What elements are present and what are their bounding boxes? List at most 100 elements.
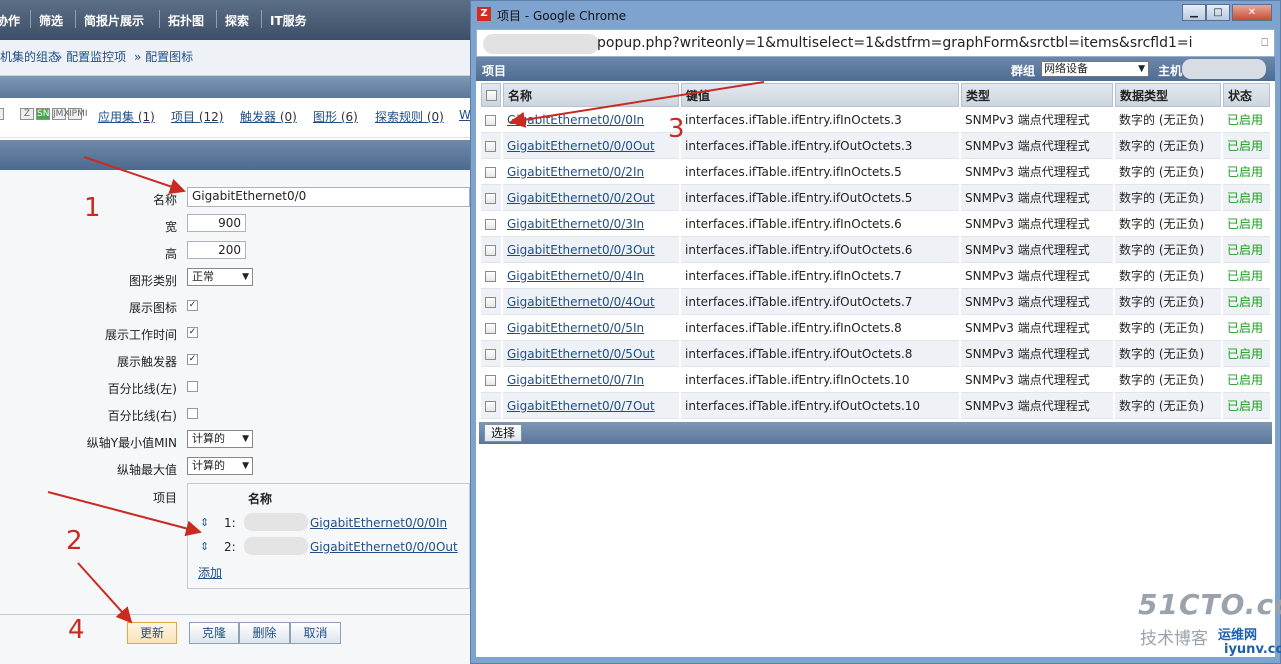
- nav-item-maps[interactable]: 拓扑图: [168, 12, 204, 29]
- width-label: 宽: [164, 220, 177, 234]
- col-data-type[interactable]: 数据类型: [1115, 83, 1221, 107]
- item-status-value: 已启用: [1227, 269, 1264, 283]
- show-worktime-checkbox[interactable]: ✓: [187, 327, 198, 338]
- item-checkbox-cell: [481, 133, 501, 159]
- item-name-cell: GigabitEthernet0/0/3Out: [503, 237, 679, 263]
- item-name-link[interactable]: GigabitEthernet0/0/0Out: [507, 139, 655, 153]
- tab-discovery-rules[interactable]: 探索规则 (0): [375, 108, 444, 125]
- col-status[interactable]: 状态: [1223, 83, 1270, 107]
- group-value: 网络设备: [1044, 62, 1088, 75]
- item-data-type: 数字的 (无正负): [1115, 107, 1221, 133]
- item-name-link[interactable]: GigabitEthernet0/0/7Out: [507, 399, 655, 413]
- item-checkbox[interactable]: [485, 192, 496, 204]
- item-checkbox[interactable]: [485, 140, 496, 152]
- tab-triggers[interactable]: 触发器 (0): [240, 108, 297, 125]
- graph-item-link[interactable]: GigabitEthernet0/0/0In: [310, 516, 447, 530]
- item-checkbox[interactable]: [485, 374, 496, 386]
- maximize-icon[interactable]: □: [1206, 4, 1230, 21]
- page-info-icon[interactable]: ⎕: [1261, 36, 1268, 50]
- item-checkbox-cell: [481, 341, 501, 367]
- update-button[interactable]: 更新: [127, 622, 177, 644]
- tab-items[interactable]: 项目 (12): [171, 108, 223, 125]
- item-name-link[interactable]: GigabitEthernet0/0/4In: [507, 269, 644, 283]
- minimize-icon[interactable]: ▁: [1182, 4, 1206, 21]
- height-label: 高: [164, 247, 177, 261]
- item-checkbox[interactable]: [485, 244, 496, 256]
- show-triggers-checkbox[interactable]: ✓: [187, 354, 198, 365]
- percentile-left-checkbox[interactable]: [187, 381, 198, 392]
- item-name-link[interactable]: GigabitEthernet0/0/5In: [507, 321, 644, 335]
- nav-separator: [159, 10, 160, 28]
- item-type: SNMPv3 端点代理程式: [961, 341, 1113, 367]
- item-checkbox[interactable]: [485, 270, 496, 282]
- name-input[interactable]: GigabitEthernet0/0: [187, 187, 470, 207]
- tab-graphs[interactable]: 图形 (6): [313, 108, 358, 125]
- item-checkbox[interactable]: [485, 400, 496, 412]
- breadcrumb-graphs[interactable]: » 配置图标: [134, 48, 193, 65]
- breadcrumb-host-groups[interactable]: 主机集的组态: [0, 48, 60, 65]
- graph-type-select[interactable]: 正常 ▼: [187, 268, 253, 286]
- item-name-link[interactable]: GigabitEthernet0/0/2Out: [507, 191, 655, 205]
- drag-handle-icon[interactable]: ⇕: [200, 516, 209, 529]
- item-type: SNMPv3 端点代理程式: [961, 393, 1113, 419]
- ymax-label: 纵轴最大值: [116, 463, 177, 477]
- col-name[interactable]: 名称: [503, 83, 679, 107]
- percentile-right-checkbox[interactable]: [187, 408, 198, 419]
- item-checkbox[interactable]: [485, 218, 496, 230]
- nav-item-discovery[interactable]: 探索: [225, 12, 249, 29]
- cancel-button[interactable]: 取消: [290, 622, 341, 644]
- item-status: 已启用: [1223, 263, 1270, 289]
- status-icon-zabbix: Z: [20, 108, 34, 120]
- item-name-link[interactable]: GigabitEthernet0/0/2In: [507, 165, 644, 179]
- item-checkbox-cell: [481, 211, 501, 237]
- redacted-host-select[interactable]: [1182, 59, 1266, 79]
- width-input[interactable]: 900: [187, 214, 246, 232]
- item-checkbox[interactable]: [485, 348, 496, 360]
- item-name-link[interactable]: GigabitEthernet0/0/3Out: [507, 243, 655, 257]
- item-checkbox-cell: [481, 159, 501, 185]
- status-icon-jmx: JMX: [52, 108, 70, 120]
- nav-item-filter[interactable]: 筛选: [39, 12, 63, 29]
- item-status: 已启用: [1223, 133, 1270, 159]
- ymax-select[interactable]: 计算的 ▼: [187, 457, 253, 475]
- select-all-checkbox[interactable]: [486, 90, 497, 101]
- item-name-cell: GigabitEthernet0/0/2In: [503, 159, 679, 185]
- item-name-link[interactable]: GigabitEthernet0/0/3In: [507, 217, 644, 231]
- ymin-value: 计算的: [192, 432, 225, 445]
- item-name-link[interactable]: GigabitEthernet0/0/0In: [507, 113, 644, 127]
- height-input[interactable]: 200: [187, 241, 246, 259]
- item-name-link[interactable]: GigabitEthernet0/0/5Out: [507, 347, 655, 361]
- address-bar[interactable]: popup.php?writeonly=1&multiselect=1&dstf…: [476, 29, 1275, 57]
- item-checkbox[interactable]: [485, 166, 496, 178]
- item-data-type: 数字的 (无正负): [1115, 393, 1221, 419]
- popup-titlebar: Z 项目 - Google Chrome ▁ □ ✕: [471, 1, 1280, 27]
- nav-item-slides[interactable]: 简报片展示: [84, 12, 144, 29]
- nav-item-it-services[interactable]: IT服务: [270, 12, 307, 29]
- item-key: interfaces.ifTable.ifEntry.ifInOctets.3: [681, 107, 959, 133]
- show-legend-checkbox[interactable]: ✓: [187, 300, 198, 311]
- item-checkbox[interactable]: [485, 114, 496, 126]
- col-type[interactable]: 类型: [961, 83, 1113, 107]
- item-checkbox-cell: [481, 315, 501, 341]
- nav-item-collaborate[interactable]: 协作: [0, 12, 20, 29]
- ymin-select[interactable]: 计算的 ▼: [187, 430, 253, 448]
- add-item-link[interactable]: 添加: [198, 564, 222, 581]
- item-name-link[interactable]: GigabitEthernet0/0/7In: [507, 373, 644, 387]
- status-icon-ipmi: IPMI: [68, 108, 88, 120]
- item-key: interfaces.ifTable.ifEntry.ifOutOctets.5: [681, 185, 959, 211]
- item-name-link[interactable]: GigabitEthernet0/0/4Out: [507, 295, 655, 309]
- graph-item-link[interactable]: GigabitEthernet0/0/0Out: [310, 540, 458, 554]
- col-key[interactable]: 键值: [681, 83, 959, 107]
- close-icon[interactable]: ✕: [1232, 4, 1272, 21]
- delete-button[interactable]: 删除: [239, 622, 290, 644]
- redacted-host: [244, 513, 308, 531]
- item-status-value: 已启用: [1227, 373, 1264, 387]
- clone-button[interactable]: 克隆: [189, 622, 239, 644]
- tab-applications[interactable]: 应用集 (1): [98, 108, 155, 125]
- item-checkbox[interactable]: [485, 296, 496, 308]
- select-button[interactable]: 选择: [484, 424, 522, 442]
- breadcrumb-items[interactable]: » 配置监控项: [55, 48, 126, 65]
- drag-handle-icon[interactable]: ⇕: [200, 540, 209, 553]
- group-select[interactable]: 网络设备 ▼: [1041, 61, 1149, 77]
- item-checkbox[interactable]: [485, 322, 496, 334]
